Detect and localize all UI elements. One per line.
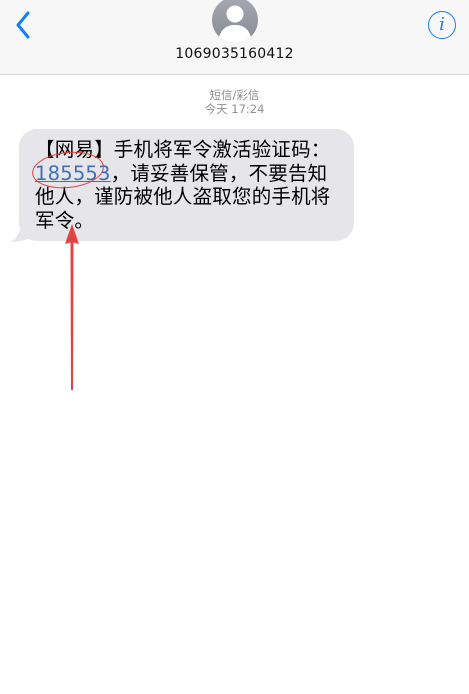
info-icon: i — [439, 14, 445, 35]
message-text: 【网易】手机将军令激活验证码：185553，请妥善保管，不要告知他人，谨防被他人… — [35, 138, 342, 232]
contact-header[interactable]: 1069035160412 — [0, 0, 469, 75]
conversation-meta: 短信/彩信 今天 17:24 — [0, 88, 469, 116]
message-timestamp: 今天 17:24 — [204, 102, 265, 116]
avatar[interactable] — [211, 0, 258, 43]
message-type-label: 短信/彩信 — [209, 88, 260, 102]
verification-code-link[interactable]: 185553 — [35, 162, 111, 185]
annotation-arrow — [65, 224, 79, 390]
person-icon — [217, 5, 252, 43]
contact-name[interactable]: 1069035160412 — [175, 46, 293, 62]
navigation-bar: 1069035160412 i — [0, 0, 469, 75]
message-prefix: 【网易】手机将军令激活验证码： — [35, 138, 331, 161]
info-button[interactable]: i — [428, 11, 456, 39]
